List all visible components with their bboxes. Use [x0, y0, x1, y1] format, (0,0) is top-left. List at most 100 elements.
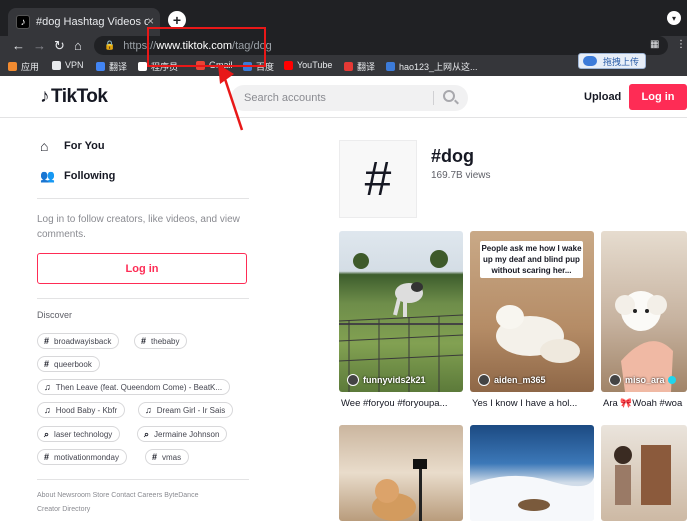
video-thumbnail-dog-tripod [372, 459, 427, 521]
verified-badge-icon [667, 376, 676, 384]
sidebar-item-following[interactable]: 👥 Following [40, 169, 115, 183]
bookmark-label: 程序员 [151, 62, 179, 72]
sidebar-item-label: Following [64, 170, 116, 182]
bookmark-item[interactable]: 翻译 [344, 60, 375, 73]
sidebar-login-button[interactable]: Log in [37, 253, 247, 284]
hashtag-icon: # [44, 336, 50, 346]
bookmark-item[interactable]: 翻译 [96, 60, 127, 73]
back-arrow-icon[interactable]: ← [12, 38, 25, 53]
discover-chip[interactable]: ♫ Then Leave (feat. Queendom Come) - Beat… [37, 379, 231, 395]
video-card[interactable] [339, 425, 463, 521]
bookmark-item[interactable]: 百度 [243, 60, 274, 73]
video-caption[interactable]: Ara 🎀Woah #woa [603, 398, 687, 409]
baidu-icon [243, 62, 252, 71]
tiktok-logo[interactable]: ♪ TikTok [40, 86, 108, 108]
search-divider [433, 91, 434, 105]
bookmark-item[interactable]: 应用 [8, 60, 39, 73]
url-prefix: https:// [123, 39, 157, 52]
video-caption[interactable]: Yes I know I have a hol... [472, 398, 592, 409]
discover-chip[interactable]: ⌕ Jermaine Johnson [137, 426, 228, 442]
login-prompt: Log in to follow creators, like videos, … [37, 214, 240, 240]
people-icon: 👥 [40, 169, 55, 183]
vpn-icon [52, 60, 61, 70]
discover-chip[interactable]: # motivationmonday [37, 449, 127, 465]
url-path: /tag/dog [232, 39, 272, 52]
new-tab-button[interactable]: + [168, 11, 186, 29]
drag-upload-widget[interactable]: 拖拽上传 [578, 53, 646, 69]
bookmark-item[interactable]: 程序员 [138, 60, 178, 73]
search-icon[interactable] [443, 90, 455, 102]
author-name: miso_ara [625, 375, 665, 385]
chip-label: vmas [162, 452, 182, 462]
youtube-icon [284, 60, 293, 70]
discover-chip[interactable]: # vmas [145, 449, 190, 465]
bookmark-label: Gmail [209, 60, 233, 70]
tab-close-icon[interactable]: × [147, 14, 154, 28]
browser-tab-strip: ♪ #dog Hashtag Videos on TikTok × + ▾ [0, 0, 687, 36]
video-author[interactable]: miso_ara [609, 374, 676, 386]
hashtag-icon: # [152, 452, 158, 462]
video-card[interactable]: People ask me how I wake up my deaf and … [470, 231, 594, 392]
video-thumbnail-dog-jumping [339, 250, 463, 392]
chip-label: thebaby [151, 336, 180, 346]
browser-tab[interactable]: ♪ #dog Hashtag Videos on TikTok × [8, 8, 160, 36]
chip-label: broadwayisback [54, 336, 112, 346]
youdao-icon [344, 62, 353, 71]
forward-arrow-icon[interactable]: → [33, 38, 46, 53]
video-card[interactable] [470, 425, 594, 521]
hashtag-icon: # [44, 452, 50, 462]
author-name: aiden_m365 [494, 375, 546, 385]
chip-label: laser technology [54, 429, 113, 439]
video-caption[interactable]: Wee #foryou #foryoupa... [341, 398, 461, 409]
tab-search-icon[interactable]: ▾ [667, 11, 681, 25]
sidebar-divider [37, 479, 249, 480]
tiktok-header: ♪ TikTok Search accounts Upload Log in [0, 76, 687, 118]
music-note-icon: ♫ [44, 405, 51, 415]
video-overlay-text: People ask me how I wake up my deaf and … [480, 241, 583, 278]
extension-icon[interactable]: ⋮ [676, 39, 686, 50]
video-author[interactable]: funnyvids2k21 [347, 374, 426, 386]
upload-link[interactable]: Upload [584, 91, 621, 103]
tiktok-note-icon: ♪ [40, 86, 50, 107]
discover-chip[interactable]: # broadwayisback [37, 333, 120, 349]
video-card[interactable] [601, 425, 687, 521]
video-card[interactable]: miso_ara [601, 231, 687, 392]
bookmark-item[interactable]: VPN [52, 60, 84, 70]
video-thumbnail-poodle [615, 291, 673, 392]
avatar [478, 374, 490, 386]
sidebar-divider [37, 298, 249, 299]
discover-chip[interactable]: # thebaby [134, 333, 188, 349]
footer-link-creator-directory[interactable]: Creator Directory [37, 506, 90, 513]
discover-chip[interactable]: ♫ Dream Girl - Ir Sais [138, 402, 234, 418]
music-note-icon: ♫ [145, 405, 152, 415]
header-login-button[interactable]: Log in [629, 84, 687, 110]
hashtag-icon: # [44, 359, 50, 369]
discover-chip[interactable]: # queerbook [37, 356, 100, 372]
video-thumbnail-woman-room [614, 445, 671, 505]
author-name: funnyvids2k21 [363, 375, 426, 385]
video-author[interactable]: aiden_m365 [478, 374, 546, 386]
hao123-icon [386, 62, 395, 71]
discover-chip[interactable]: ♫ Hood Baby - Kbfr [37, 402, 126, 418]
video-card[interactable]: funnyvids2k21 [339, 231, 463, 392]
chip-label: Hood Baby - Kbfr [55, 405, 118, 415]
bookmark-label: 翻译 [357, 62, 376, 72]
search-icon: ⌕ [44, 428, 50, 439]
sidebar-item-for-you[interactable]: ⌂ For You [40, 138, 105, 154]
reload-icon[interactable]: ↻ [54, 38, 65, 54]
chip-label: Jermaine Johnson [154, 429, 220, 439]
footer-links[interactable]: About Newsroom Store Contact Careers Byt… [37, 492, 198, 499]
lock-icon[interactable]: 🔒 [104, 40, 115, 51]
home-icon[interactable]: ⌂ [74, 38, 82, 53]
discover-chip[interactable]: ⌕ laser technology [37, 426, 121, 442]
gmail-icon [196, 60, 205, 70]
search-input[interactable]: Search accounts [231, 85, 468, 111]
qr-code-icon[interactable]: ▦ [650, 39, 659, 50]
bookmark-item[interactable]: YouTube [284, 60, 332, 70]
drag-upload-label: 拖拽上传 [603, 56, 640, 67]
bookmark-item[interactable]: Gmail [196, 60, 233, 70]
bookmark-item[interactable]: hao123_上网从这... [386, 60, 478, 73]
music-note-icon: ♫ [44, 382, 51, 392]
chip-label: Then Leave (feat. Queendom Come) - BeatK… [55, 382, 223, 392]
bookmark-label: 翻译 [109, 62, 128, 72]
